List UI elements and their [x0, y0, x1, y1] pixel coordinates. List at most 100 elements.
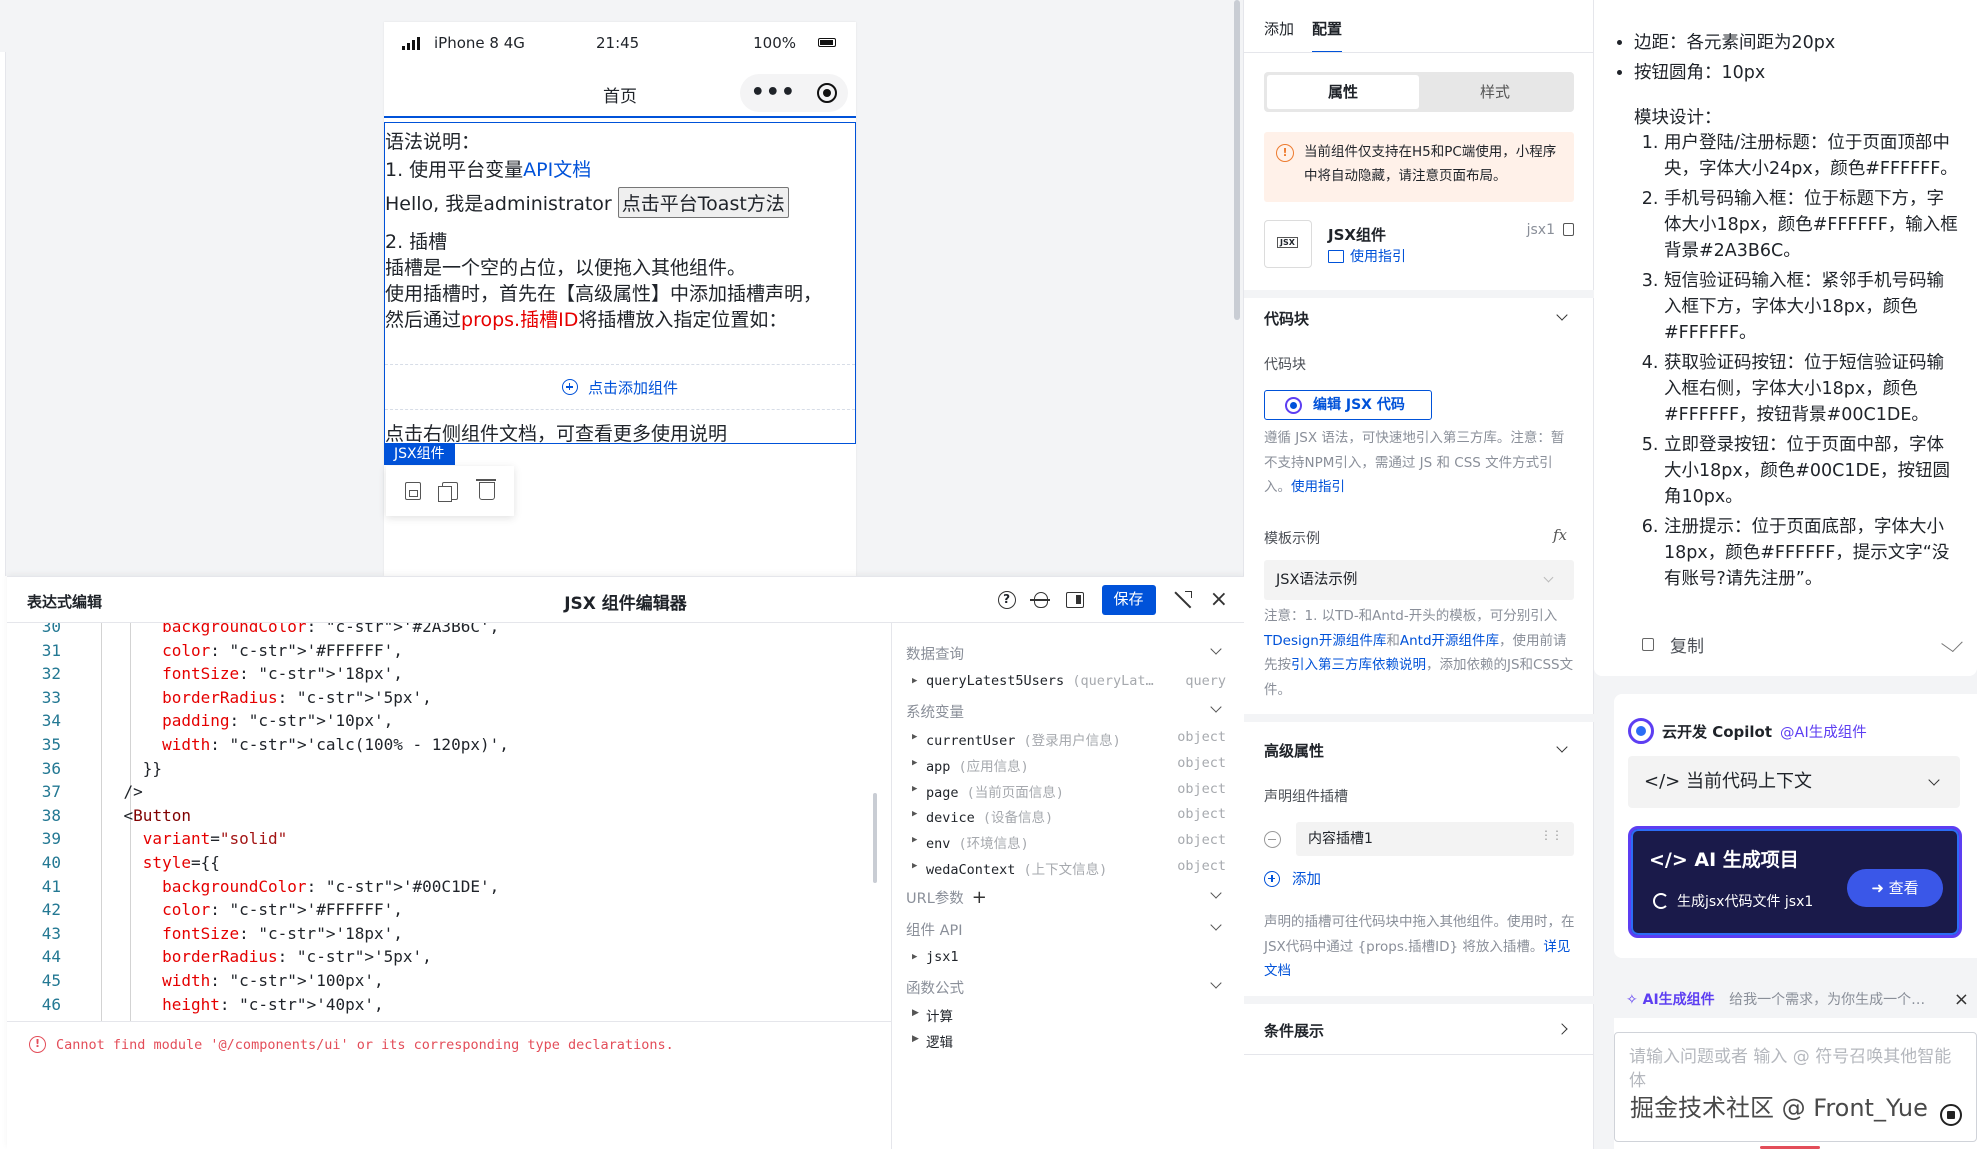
code-line[interactable]: 43 fontSize: "c-str">'18px', — [7, 924, 891, 948]
drag-handle-icon[interactable]: ⋮⋮ — [1540, 829, 1563, 841]
component-api-item[interactable]: ▶ jsx1 — [906, 949, 1236, 973]
loading-spinner-icon — [1653, 893, 1669, 909]
third-party-doc-link[interactable]: 引入第三方库依赖说明 — [1291, 657, 1426, 673]
code-line[interactable]: 45 width: "c-str">'100px', — [7, 971, 891, 995]
slot-drop-zone[interactable]: 点击添加组件 — [385, 364, 855, 410]
code-line[interactable]: 41 backgroundColor: "c-str">'#00C1DE', — [7, 877, 891, 901]
slot-name-input[interactable]: 内容插槽1 ⋮⋮ — [1296, 822, 1574, 856]
stop-icon[interactable] — [1940, 1104, 1962, 1126]
chevron-down-icon — [1556, 741, 1568, 753]
query-name: queryLatest5Users (queryLat… — [926, 673, 1154, 689]
save-button[interactable]: 保存 — [1101, 585, 1156, 615]
condition-section[interactable]: 条件展示 — [1264, 1020, 1574, 1041]
line-number: 44 — [41, 947, 61, 967]
usage-guide-link[interactable]: 使用指引 — [1328, 246, 1406, 266]
edit-jsx-button[interactable]: 编辑 JSX 代码 — [1264, 390, 1432, 420]
phone-nav-bar: 首页 ••• — [384, 64, 856, 118]
code-line[interactable]: 35 width: "c-str">'calc(100% - 120px)', — [7, 735, 891, 759]
tab-add[interactable]: 添加 — [1264, 18, 1294, 53]
remove-slot-icon[interactable] — [1264, 831, 1281, 848]
seg-props[interactable]: 属性 — [1267, 75, 1419, 109]
mini-program-capsule[interactable]: ••• — [740, 74, 848, 112]
view-button[interactable]: ➜ 查看 — [1847, 869, 1943, 907]
code-line[interactable]: 33 borderRadius: "c-str">'5px', — [7, 688, 891, 712]
close-target-icon[interactable] — [817, 83, 838, 103]
section-functions[interactable]: 函数公式 — [906, 977, 1228, 1001]
tdesign-link[interactable]: TDesign开源组件库 — [1264, 633, 1386, 649]
tab-config[interactable]: 配置 — [1312, 18, 1343, 53]
fx-icon[interactable]: fx — [1553, 526, 1567, 544]
code-line[interactable]: 32 fontSize: "c-str">'18px', — [7, 664, 891, 688]
code-block-section[interactable]: 代码块 — [1264, 308, 1574, 329]
system-var-name: wedaContext (上下文信息) — [926, 858, 1107, 878]
layout-toggle-icon[interactable] — [1065, 592, 1084, 608]
function-logic-item[interactable]: ▶ 逻辑 — [906, 1031, 1236, 1055]
antd-link[interactable]: Antd开源组件库 — [1400, 633, 1499, 649]
debug-icon[interactable] — [1029, 592, 1050, 608]
var-identifier: app — [926, 758, 951, 775]
code-line[interactable]: 40 style={{ — [7, 853, 891, 877]
copilot-mention[interactable]: @AI生成组件 — [1780, 721, 1867, 742]
var-description: (当前页面信息) — [966, 784, 1064, 801]
jsx-guide-link[interactable]: 使用指引 — [1291, 479, 1345, 495]
canvas-scrollbar[interactable] — [1234, 0, 1240, 320]
save-icon[interactable] — [404, 482, 421, 500]
copy-id-icon[interactable] — [1563, 223, 1574, 236]
line-number: 45 — [41, 971, 61, 990]
slot-declare-label: 声明组件插槽 — [1264, 789, 1348, 805]
jsx-component-preview[interactable]: 语法说明： 1. 使用平台变量API文档 Hello, 我是administra… — [384, 122, 856, 445]
copy-button[interactable]: 复制 — [1642, 632, 1704, 657]
code-editor[interactable]: 30 backgroundColor: "c-str">'#2A3B6C', 31… — [7, 623, 891, 1021]
section-url-params[interactable]: URL参数 + — [906, 887, 1228, 911]
var-identifier: currentUser — [926, 733, 1016, 749]
section-divider — [1244, 714, 1594, 722]
add-slot-button[interactable]: 添加 — [1264, 868, 1321, 889]
context-select[interactable]: </> 当前代码上下文 — [1628, 756, 1960, 808]
close-icon[interactable]: × — [1210, 589, 1228, 611]
more-icon[interactable]: ••• — [751, 82, 796, 104]
code-line[interactable]: 36 }} — [7, 759, 891, 783]
code-line[interactable]: 46 height: "c-str">'40px', — [7, 995, 891, 1019]
system-var-item[interactable]: ▶ wedaContext (上下文信息) object — [906, 858, 1236, 882]
code-line[interactable]: 37 /> — [7, 782, 891, 806]
template-select[interactable]: JSX语法示例 — [1264, 560, 1574, 600]
chevron-down-icon — [1928, 774, 1940, 786]
advanced-section[interactable]: 高级属性 — [1264, 740, 1574, 761]
function-calc-item[interactable]: ▶ 计算 — [906, 1005, 1236, 1029]
system-var-item[interactable]: ▶ page (当前页面信息) object — [906, 781, 1236, 805]
add-url-param-icon[interactable]: + — [972, 887, 987, 908]
chevron-down-icon — [1210, 887, 1222, 899]
copy-icon — [1642, 638, 1654, 651]
code-line[interactable]: 31 color: "c-str">'#FFFFFF', — [7, 641, 891, 665]
code-line[interactable]: 34 padding: "c-str">'10px', — [7, 711, 891, 735]
edit-pen-icon[interactable] — [1941, 633, 1963, 653]
code-line[interactable]: 44 borderRadius: "c-str">'5px', — [7, 947, 891, 971]
system-var-item[interactable]: ▶ env (环境信息) object — [906, 832, 1236, 856]
delete-icon[interactable] — [476, 479, 497, 500]
section-system-vars[interactable]: 系统变量 — [906, 701, 1228, 725]
code-scrollbar[interactable] — [873, 793, 877, 883]
code-line[interactable]: 38 <Button — [7, 806, 891, 830]
var-identifier: page — [926, 784, 959, 801]
system-var-item[interactable]: ▶ device (设备信息) object — [906, 806, 1236, 830]
query-item[interactable]: ▶ queryLatest5Users (queryLat… query — [906, 673, 1236, 697]
copy-icon[interactable] — [437, 482, 458, 502]
component-id[interactable]: jsx1 — [1527, 222, 1574, 238]
system-var-item[interactable]: ▶ app (应用信息) object — [906, 755, 1236, 779]
code-line[interactable]: 42 color: "c-str">'#FFFFFF', — [7, 900, 891, 924]
canvas-left-edge — [0, 52, 6, 576]
help-icon[interactable]: ? — [997, 591, 1016, 609]
expand-icon[interactable] — [1174, 591, 1192, 609]
api-doc-link[interactable]: API文档 — [523, 159, 591, 181]
code-line[interactable]: 39 variant="solid" — [7, 829, 891, 853]
code-text: fontSize: "c-str">'18px', — [162, 923, 403, 943]
close-icon[interactable]: × — [1954, 982, 1969, 1018]
system-var-item[interactable]: ▶ currentUser (登录用户信息) object — [906, 729, 1236, 753]
chat-input[interactable]: 请输入问题或者 输入 @ 符号召唤其他智能体 — [1614, 1032, 1977, 1142]
code-line[interactable]: 30 backgroundColor: "c-str">'#2A3B6C', — [7, 623, 891, 641]
seg-style[interactable]: 样式 — [1419, 75, 1571, 109]
section-data-query[interactable]: 数据查询 — [906, 643, 1228, 667]
section-component-api[interactable]: 组件 API — [906, 919, 1228, 943]
code-text: width: "c-str">'100px', — [162, 971, 384, 990]
toast-button[interactable]: 点击平台Toast方法 — [617, 187, 789, 218]
